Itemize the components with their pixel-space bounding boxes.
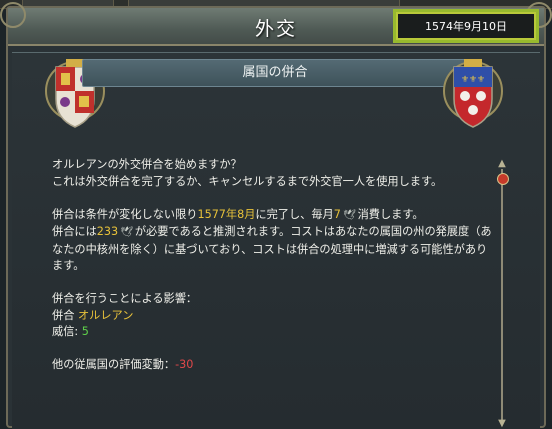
svg-text:⚜: ⚜ — [477, 75, 485, 85]
diplomacy-window: 外交 1574年9月10日 属国の併合 ⚜ ⚜ ⚜ オルレアンの外交併合を始めま… — [0, 2, 552, 429]
date-display[interactable]: 1574年9月10日 — [396, 12, 536, 40]
dove-icon: 🕊 — [342, 209, 356, 221]
scroll-thumb[interactable] — [497, 173, 509, 185]
annex-target: オルレアン — [77, 308, 134, 322]
dove-icon: 🕊 — [120, 227, 133, 238]
scroll-track[interactable] — [501, 169, 503, 421]
dialog-content: 属国の併合 ⚜ ⚜ ⚜ オルレアンの外交併合を始めますか？ これは外交併合を完了… — [12, 52, 540, 429]
annex-subject-header: 属国の併合 — [82, 59, 468, 87]
svg-text:⚜: ⚜ — [461, 75, 469, 85]
orleans-coat-of-arms-icon: ⚜ ⚜ ⚜ — [443, 59, 503, 128]
scrollbar[interactable]: ▲ ▼ — [496, 159, 509, 429]
prestige-effect: 威信: 5 — [52, 325, 89, 338]
effects-header: 併合を行うことによる影響： — [52, 292, 198, 305]
annex-description: オルレアンの外交併合を始めますか？ これは外交併合を完了するか、キャンセルするま… — [52, 157, 492, 374]
opinion-effect: 他の従属国の評価変動：-30 — [52, 358, 194, 371]
monthly-cost: 7 — [333, 207, 341, 221]
annex-effect: 併合 オルレアン — [52, 308, 134, 322]
title-bar: 外交 1574年9月10日 — [0, 2, 552, 46]
prestige-value: 5 — [81, 325, 89, 338]
question-text: オルレアンの外交併合を始めますか？ — [52, 158, 242, 171]
total-cost: 233 — [96, 225, 119, 238]
completion-text: 併合は条件が変化しない限り1577年8月に完了し、毎月7 🕊 消費します。 — [52, 207, 492, 225]
diplomat-usage-text: これは外交併合を完了するか、キャンセルするまで外交官一人を使用します。 — [52, 174, 443, 188]
opinion-value: -30 — [175, 358, 194, 371]
svg-text:⚜: ⚜ — [469, 75, 477, 85]
scroll-up-icon[interactable]: ▲ — [496, 159, 508, 169]
cost-text: 併合には233 🕊 が必要であると推測されます。コストはあなたの属国の州の発展度（あ… — [52, 225, 492, 272]
completion-date: 1577年8月 — [197, 207, 256, 221]
